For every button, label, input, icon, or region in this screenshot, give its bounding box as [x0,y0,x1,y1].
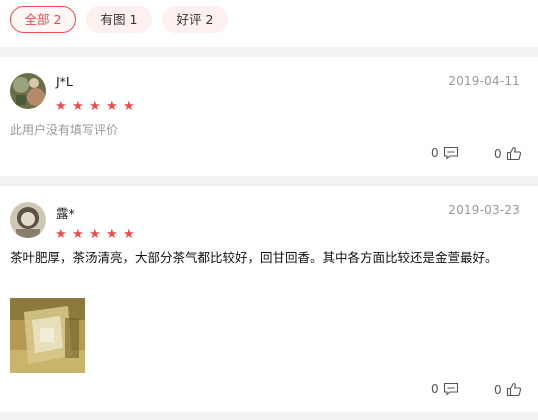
avatar[interactable] [10,202,46,238]
comment-icon [443,382,458,396]
star-icon: ★ [55,99,67,114]
star-icon: ★ [55,227,67,242]
like-button[interactable]: 0 [494,146,522,161]
review-date: 2019-04-11 [448,74,520,88]
star-icon: ★ [106,99,118,114]
star-icon: ★ [123,227,135,242]
rating-stars: ★ ★ ★ ★ ★ [55,223,140,241]
like-count: 0 [494,382,502,397]
avatar[interactable] [10,73,46,109]
star-icon: ★ [89,99,101,114]
star-icon: ★ [123,99,135,114]
thumbs-up-icon [506,146,521,161]
comment-button[interactable]: 0 [431,382,459,396]
comment-button[interactable]: 0 [431,146,459,160]
review-text: 此用户没有填写评价 [10,123,119,137]
review-photo[interactable] [10,298,85,373]
rating-stars: ★ ★ ★ ★ ★ [55,95,140,113]
review-text: 茶叶肥厚，茶汤清亮，大部分茶气都比较好，回甘回香。其中各方面比较还是金萱最好。 [10,250,498,265]
filter-all-chip[interactable]: 全部 2 [10,6,76,33]
star-icon: ★ [106,227,118,242]
thumbs-up-icon [506,382,521,397]
filter-positive-chip[interactable]: 好评 2 [162,6,228,33]
comment-count: 0 [431,382,439,396]
star-icon: ★ [72,227,84,242]
user-name: 露* [56,206,75,221]
review-date: 2019-03-23 [448,203,520,217]
like-count: 0 [494,146,502,161]
like-button[interactable]: 0 [494,382,522,397]
filter-with-photo-chip[interactable]: 有图 1 [86,6,152,33]
review-filter-bar: 全部 2 有图 1 好评 2 [0,0,538,47]
comment-count: 0 [431,146,439,160]
user-name: J*L [56,74,73,89]
star-icon: ★ [72,99,84,114]
star-icon: ★ [89,227,101,242]
comment-icon [443,146,458,160]
review-card: 露* 2019-03-23 ★ ★ ★ ★ ★ 茶叶肥厚，茶汤清亮，大部分茶气都比较好，… [0,186,538,412]
review-card: J*L 2019-04-11 ★ ★ ★ ★ ★ 此用户没有填写评价 0 0 [0,57,538,176]
